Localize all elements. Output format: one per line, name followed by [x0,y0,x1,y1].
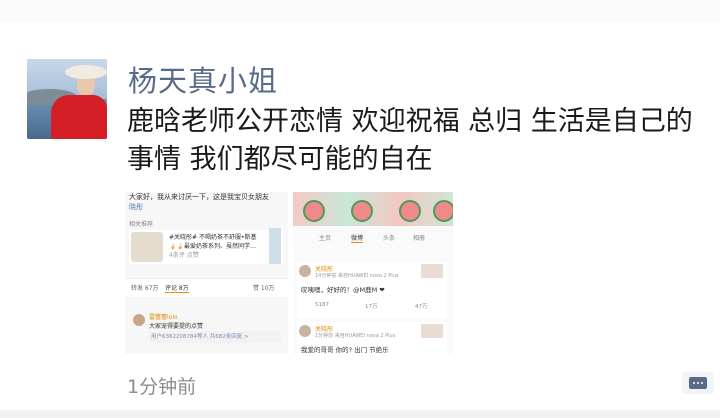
comment-button[interactable] [682,372,714,394]
image-comment-avatar [133,314,145,326]
image-post-meta: 1分钟前 来自HUAWEI nova 2 Plus [315,333,396,339]
image-card-line: 🍦🍦最爱奶茶系列、虽然同学… [169,243,256,250]
comment-bubble-icon [689,377,707,389]
image-tab: 主页 [319,235,332,242]
image-comment-reply: 用户6362208784等人 共682条回复 > [149,331,281,343]
image-card-line: #关晓彤# 不喝奶茶不舒服•斯基 [169,234,257,241]
image-tab: 相册 [413,235,426,242]
image-post-badge [421,324,443,338]
image-post-text: 叹咦噢，好好的！@M鹿M ❤ [301,286,385,294]
image-post-meta: 14分钟前 来自HUAWEI nova 2 Plus [315,273,399,279]
image-comment-name: 雷蕾蕾lolo [149,314,178,321]
image-profile-tabs: 主页 微博 头条 相册 [293,230,453,246]
image-recommend-card: #关晓彤# 不喝奶茶不舒服•斯基 🍦🍦最爱奶茶系列、虽然同学… 4条评 点赞 [129,230,284,264]
image-post-action: 17万 [365,304,378,310]
image-post-avatar [299,325,311,337]
image-post-text: 我爱的哥哥 你的? 出门 节绝乐 [301,346,389,354]
image-tab: 头条 [383,235,396,242]
post-text: 鹿晗老师公开恋情 欢迎祝福 总归 生活是自己的事情 我们都尽可能的自在 [127,106,693,175]
image-post-badge [421,264,443,278]
image-tab: 微博 [351,235,364,243]
author-name[interactable]: 杨天真小姐 [128,58,278,100]
top-divider [0,0,720,22]
image-stat: 赞 10万 [253,285,275,292]
image-weibo-post: 关晓彤 1分钟前 来自HUAWEI nova 2 Plus 我爱的哥哥 你的? … [297,322,447,354]
image-stat: 转发 67万 [131,285,159,292]
image-profile-banner [293,192,453,226]
image-post-action: 47万 [415,304,428,310]
image-fragment-link: 晓彤 [129,203,143,211]
image-comment-text: 大家宠得要提的点赞 [149,323,204,330]
image-comment: 雷蕾蕾lolo 大家宠得要提的点赞 用户6362208784等人 共682条回复… [129,310,284,350]
image-card-thumbnail [131,232,163,262]
image-post-avatar [299,265,311,277]
post-timestamp: 1分钟前 [127,376,197,398]
image-post-action: 5187 [315,302,329,308]
image-fragment-text: 大家好，我从来讨厌一下，这是我宝贝女朋友 [129,193,269,201]
image-weibo-post: 关晓彤 14分钟前 来自HUAWEI nova 2 Plus 叹咦噢，好好的！@… [297,262,447,318]
author-avatar[interactable] [27,59,107,139]
image-stat-bar: 转发 67万 评论 8万 赞 10万 [125,278,288,297]
post-image-weibo-profile[interactable]: 主页 微博 头条 相册 关晓彤 14分钟前 来自HUAWEI nova 2 Pl… [293,192,453,354]
image-stat: 评论 8万 [165,285,189,293]
image-card-line: 4条评 点赞 [169,252,199,259]
image-side-thumbnail [269,228,281,264]
image-section-label: 相关推荐 [129,221,154,228]
post-image-weibo-comments[interactable]: 大家好，我从来讨厌一下，这是我宝贝女朋友 晓彤 相关推荐 #关晓彤# 不喝奶茶不… [125,192,288,354]
bottom-divider [0,410,720,418]
